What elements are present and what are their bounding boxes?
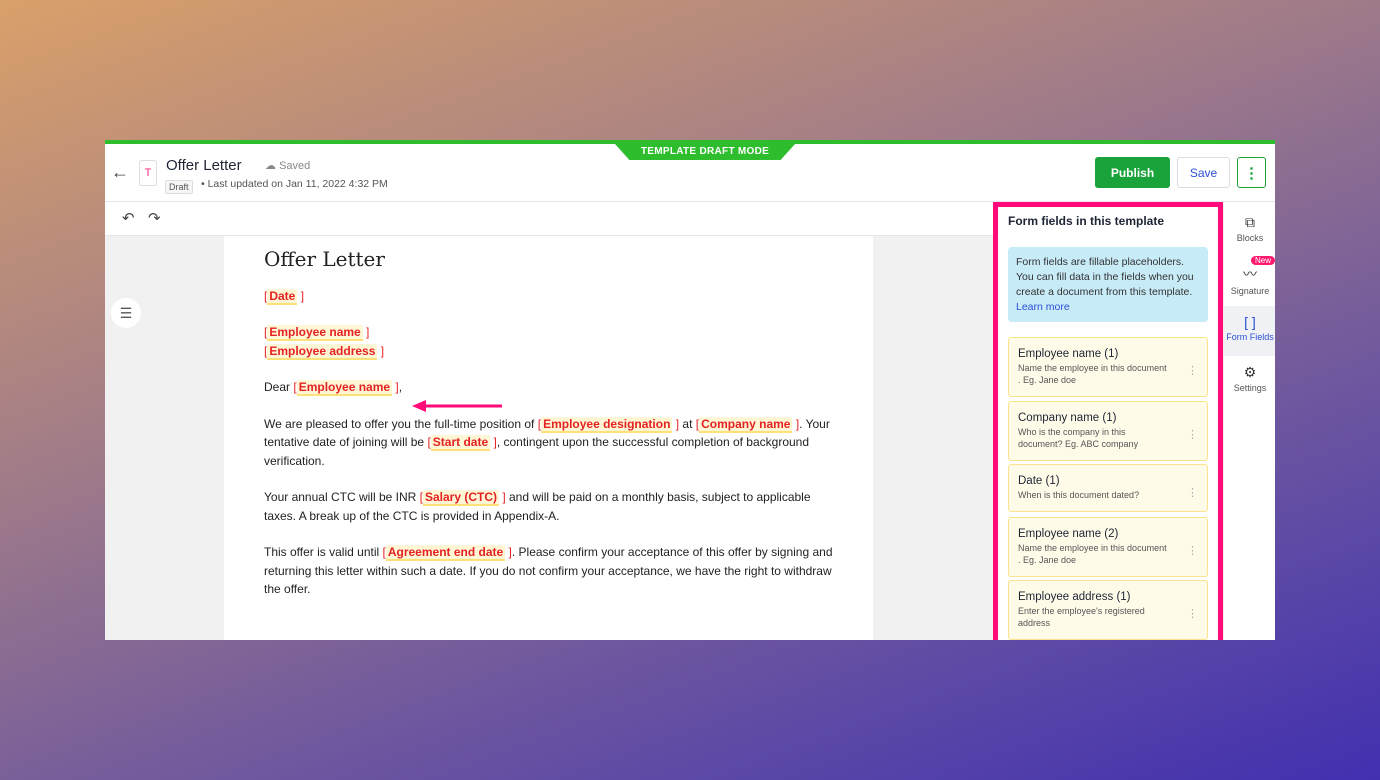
form-field-placeholder[interactable]: [Employee address ] bbox=[264, 343, 384, 360]
back-arrow-icon[interactable]: ← bbox=[111, 162, 129, 183]
field-label: Employee designation bbox=[541, 416, 673, 433]
form-field-placeholder[interactable]: [Employee designation ] bbox=[538, 416, 679, 433]
field-name: Company name (1) bbox=[1018, 412, 1117, 424]
form-field-placeholder[interactable]: [Start date ] bbox=[427, 435, 497, 451]
more-options-button[interactable]: ⋮ bbox=[1237, 157, 1266, 188]
kebab-menu-icon[interactable]: ⋮ bbox=[1187, 607, 1198, 620]
field-label: Company name bbox=[699, 416, 793, 433]
status-badge: Draft bbox=[165, 180, 193, 194]
paragraph: [Date ] bbox=[264, 287, 833, 306]
form-fields-panel: Form fields in this template Form fields… bbox=[993, 202, 1223, 640]
form-field-placeholder[interactable]: [Company name ] bbox=[696, 416, 799, 433]
text-run: at bbox=[679, 416, 696, 431]
editor-toolbar: ↶ ↷ bbox=[105, 202, 993, 236]
paragraph: This offer is valid until [Agreement end… bbox=[264, 543, 833, 599]
field-description: Name the employee in this document . Eg.… bbox=[1018, 543, 1167, 565]
gear-icon: ⚙ bbox=[1243, 364, 1257, 380]
field-description: Enter the employee's registered address bbox=[1018, 606, 1145, 628]
field-description: Name the employee in this document . Eg.… bbox=[1018, 363, 1167, 385]
text-run: We are pleased to offer you the full-tim… bbox=[264, 416, 538, 431]
info-box: Form fields are fillable placeholders. Y… bbox=[1008, 247, 1208, 322]
text-run: Dear bbox=[264, 380, 294, 394]
form-field-placeholder[interactable]: [Agreement end date ] bbox=[383, 545, 512, 561]
document-title[interactable]: Offer Letter bbox=[166, 157, 242, 174]
field-label: Start date bbox=[430, 435, 491, 451]
field-label: Salary (CTC) bbox=[422, 490, 499, 506]
form-field-placeholder[interactable]: [Date ] bbox=[264, 288, 304, 305]
document-heading: Offer Letter bbox=[264, 247, 385, 271]
rail-item-signature[interactable]: New 〰 Signature bbox=[1224, 256, 1275, 304]
text-run: , bbox=[398, 380, 403, 394]
document-body: [Date ] [Employee name ] [Employee address… bbox=[264, 287, 833, 599]
field-label: Agreement end date bbox=[385, 545, 506, 561]
faded-paragraph bbox=[264, 617, 833, 636]
field-name: Date (1) bbox=[1018, 475, 1060, 487]
learn-more-link[interactable]: Learn more bbox=[1016, 301, 1070, 313]
text-run: Your annual CTC will be INR bbox=[264, 490, 420, 504]
paragraph: Your annual CTC will be INR [Salary (CTC… bbox=[264, 488, 833, 525]
rail-item-form-fields[interactable]: [ ] Form Fields bbox=[1224, 306, 1275, 356]
new-badge: New bbox=[1250, 256, 1275, 265]
paragraph: [Employee name ] [Employee address ] bbox=[264, 323, 833, 360]
document-area: ☰ Offer Letter [Date ][Employee name ][E… bbox=[105, 236, 993, 640]
rail-label: Blocks bbox=[1236, 233, 1264, 243]
form-field-card[interactable]: Date (1) When is this document dated? ⋮ bbox=[1008, 464, 1208, 512]
rail-label: Settings bbox=[1233, 383, 1267, 393]
form-field-placeholder[interactable]: [Salary (CTC) ] bbox=[420, 490, 506, 506]
outline-list-icon[interactable]: ☰ bbox=[111, 298, 141, 328]
undo-icon[interactable]: ↶ bbox=[122, 209, 135, 227]
rail-label: Form Fields bbox=[1226, 332, 1274, 342]
kebab-menu-icon[interactable]: ⋮ bbox=[1187, 544, 1198, 557]
template-icon: T bbox=[139, 160, 157, 186]
rail-label: Signature bbox=[1230, 286, 1270, 296]
form-field-card[interactable]: Company name (1) Who is the company in th… bbox=[1008, 401, 1208, 461]
pointer-arrow-icon bbox=[412, 400, 502, 412]
form-field-card[interactable]: Employee address (1) Enter the employee's… bbox=[1008, 580, 1208, 640]
brackets-icon: [ ] bbox=[1244, 314, 1256, 330]
last-updated: • Last updated on Jan 11, 2022 4:32 PM bbox=[201, 178, 388, 190]
form-field-card[interactable]: Employee name (1) Name the employee in th… bbox=[1008, 337, 1208, 397]
save-button[interactable]: Save bbox=[1177, 157, 1230, 188]
paragraph: Dear [Employee name ], bbox=[264, 378, 833, 397]
save-status-text: Saved bbox=[279, 160, 311, 172]
last-updated-text: Last updated on Jan 11, 2022 4:32 PM bbox=[207, 178, 388, 190]
publish-button[interactable]: Publish bbox=[1095, 157, 1170, 188]
field-description: Who is the company in this document? Eg.… bbox=[1018, 427, 1139, 449]
field-name: Employee address (1) bbox=[1018, 591, 1131, 603]
editor-window: TEMPLATE DRAFT MODE ← T Offer Letter ☁ S… bbox=[105, 140, 1275, 640]
puzzle-icon: ⧉ bbox=[1245, 214, 1255, 230]
field-name: Employee name (2) bbox=[1018, 528, 1119, 540]
document-page[interactable]: Offer Letter [Date ][Employee name ][Emp… bbox=[224, 236, 873, 640]
kebab-menu-icon[interactable]: ⋮ bbox=[1187, 364, 1198, 377]
info-text: Form fields are fillable placeholders. Y… bbox=[1016, 256, 1194, 298]
save-status: ☁ Saved bbox=[265, 159, 310, 172]
rail-item-settings[interactable]: ⚙ Settings bbox=[1224, 364, 1275, 404]
form-field-placeholder[interactable]: [Employee name ] bbox=[293, 380, 399, 396]
field-description: When is this document dated? bbox=[1018, 490, 1140, 500]
text-run: This offer is valid until bbox=[264, 545, 383, 559]
field-label: Date bbox=[267, 288, 298, 305]
header: ← T Offer Letter ☁ Saved Draft • Last up… bbox=[105, 144, 1275, 202]
redo-icon[interactable]: ↷ bbox=[148, 209, 161, 227]
kebab-menu-icon[interactable]: ⋮ bbox=[1187, 428, 1198, 441]
field-label: Employee name bbox=[267, 325, 363, 341]
signature-icon: 〰 bbox=[1243, 266, 1257, 282]
field-label: Employee address bbox=[267, 343, 378, 360]
form-field-placeholder[interactable]: [Employee name ] bbox=[264, 325, 369, 341]
cloud-upload-icon: ☁ bbox=[265, 160, 280, 172]
form-field-card[interactable]: Employee name (2) Name the employee in th… bbox=[1008, 517, 1208, 577]
panel-title: Form fields in this template bbox=[1008, 214, 1165, 228]
paragraph: We are pleased to offer you the full-tim… bbox=[264, 415, 833, 471]
rail-item-blocks[interactable]: ⧉ Blocks bbox=[1224, 214, 1275, 254]
kebab-menu-icon[interactable]: ⋮ bbox=[1187, 486, 1198, 499]
field-name: Employee name (1) bbox=[1018, 348, 1119, 360]
right-rail: ⧉ Blocks New 〰 Signature [ ] Form Fields ⚙ Se… bbox=[1223, 202, 1275, 640]
field-label: Employee name bbox=[296, 380, 393, 396]
